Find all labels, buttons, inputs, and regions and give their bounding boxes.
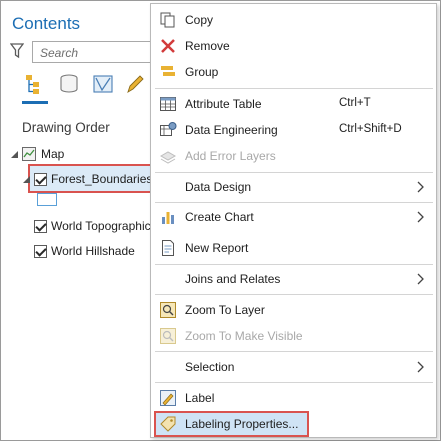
menu-label: Attribute Table	[185, 97, 262, 111]
menu-item-create-chart[interactable]: Create Chart	[151, 204, 436, 230]
view-toolbar	[24, 73, 154, 99]
map-icon	[22, 147, 36, 161]
report-icon	[162, 240, 174, 256]
menu-item-zoom-to-layer[interactable]: Zoom To Layer	[151, 297, 436, 323]
copy-icon	[160, 12, 175, 28]
menu-item-copy[interactable]: Copy	[151, 7, 436, 33]
drawing-order-icon[interactable]	[24, 73, 46, 95]
search-input[interactable]: Search	[32, 41, 162, 63]
editing-view-icon[interactable]	[124, 73, 146, 95]
menu-item-data-design[interactable]: Data Design	[151, 174, 436, 200]
menu-label: Selection	[185, 360, 235, 374]
tree-label-world-topographic: World Topographic	[51, 219, 151, 233]
filter-icon[interactable]	[10, 43, 24, 59]
menu-label: Data Engineering	[185, 123, 278, 137]
menu-item-joins-and-relates[interactable]: Joins and Relates	[151, 266, 436, 292]
layer-context-menu: Copy Remove Group Attribute Table Ctrl+T	[150, 3, 437, 438]
menu-item-attribute-table[interactable]: Attribute Table Ctrl+T	[151, 91, 436, 117]
pane-title: Contents	[12, 14, 81, 33]
active-view-indicator	[22, 101, 48, 104]
menu-separator	[155, 88, 433, 89]
submenu-arrow-icon	[417, 181, 424, 193]
group-layer-icon	[161, 66, 175, 76]
data-source-icon[interactable]	[58, 73, 80, 95]
tree-row-map[interactable]: Map	[10, 144, 64, 164]
menu-item-label[interactable]: Label	[151, 385, 436, 411]
collapse-triangle-icon[interactable]	[10, 150, 19, 159]
remove-icon	[161, 39, 175, 53]
menu-label: Remove	[185, 39, 230, 53]
menu-label: New Report	[185, 241, 249, 255]
menu-item-group[interactable]: Group	[151, 59, 436, 85]
labeling-properties-icon	[160, 416, 176, 432]
menu-label: Joins and Relates	[185, 272, 281, 286]
menu-item-remove[interactable]: Remove	[151, 33, 436, 59]
tree-label-world-hillshade: World Hillshade	[51, 244, 135, 258]
tree-row-forest-boundaries[interactable]: Forest_Boundaries	[22, 169, 152, 189]
zoom-to-visible-icon	[160, 328, 176, 344]
submenu-arrow-icon	[417, 211, 424, 223]
menu-label: Group	[185, 65, 219, 79]
menu-separator	[155, 382, 433, 383]
layer-visibility-checkbox[interactable]	[34, 244, 47, 258]
polygon-symbol-swatch[interactable]	[37, 193, 57, 206]
menu-label: Add Error Layers	[185, 149, 276, 163]
selection-view-icon[interactable]	[92, 73, 114, 95]
table-icon	[160, 97, 176, 111]
menu-item-add-error-layers: Add Error Layers	[151, 143, 436, 169]
submenu-arrow-icon	[417, 273, 424, 285]
submenu-arrow-icon	[417, 361, 424, 373]
menu-separator	[155, 264, 433, 265]
layer-visibility-checkbox[interactable]	[34, 219, 47, 233]
chart-icon	[162, 212, 174, 224]
menu-label: Copy	[185, 13, 214, 27]
menu-item-data-engineering[interactable]: Data Engineering Ctrl+Shift+D	[151, 117, 436, 143]
menu-separator	[155, 294, 433, 295]
tree-row-world-topographic[interactable]: World Topographic	[34, 216, 151, 236]
tree-row-world-hillshade[interactable]: World Hillshade	[34, 241, 135, 261]
data-engineering-icon	[160, 122, 177, 136]
menu-label: Zoom To Layer	[185, 303, 265, 317]
menu-shortcut: Ctrl+T	[339, 97, 371, 109]
menu-separator	[155, 172, 433, 173]
label-icon	[160, 390, 176, 406]
menu-separator	[155, 202, 433, 203]
search-placeholder: Search	[40, 46, 79, 60]
menu-label: Data Design	[185, 180, 252, 194]
drawing-order-heading: Drawing Order	[22, 120, 110, 135]
menu-item-selection[interactable]: Selection	[151, 354, 436, 380]
zoom-to-layer-icon	[160, 302, 176, 318]
menu-label: Create Chart	[185, 210, 254, 224]
menu-label: Labeling Properties...	[185, 417, 299, 431]
collapse-triangle-icon[interactable]	[22, 175, 31, 184]
menu-item-labeling-properties[interactable]: Labeling Properties...	[151, 411, 436, 437]
menu-item-zoom-to-make-visible: Zoom To Make Visible	[151, 323, 436, 349]
menu-label: Zoom To Make Visible	[185, 329, 303, 343]
menu-separator	[155, 351, 433, 352]
menu-label: Label	[185, 391, 215, 405]
menu-item-new-report[interactable]: New Report	[151, 235, 436, 261]
layer-visibility-checkbox[interactable]	[34, 172, 47, 186]
tree-label-map: Map	[41, 147, 65, 161]
error-layers-icon	[159, 151, 177, 164]
menu-shortcut: Ctrl+Shift+D	[339, 123, 402, 135]
tree-label-forest-boundaries: Forest_Boundaries	[51, 172, 153, 186]
